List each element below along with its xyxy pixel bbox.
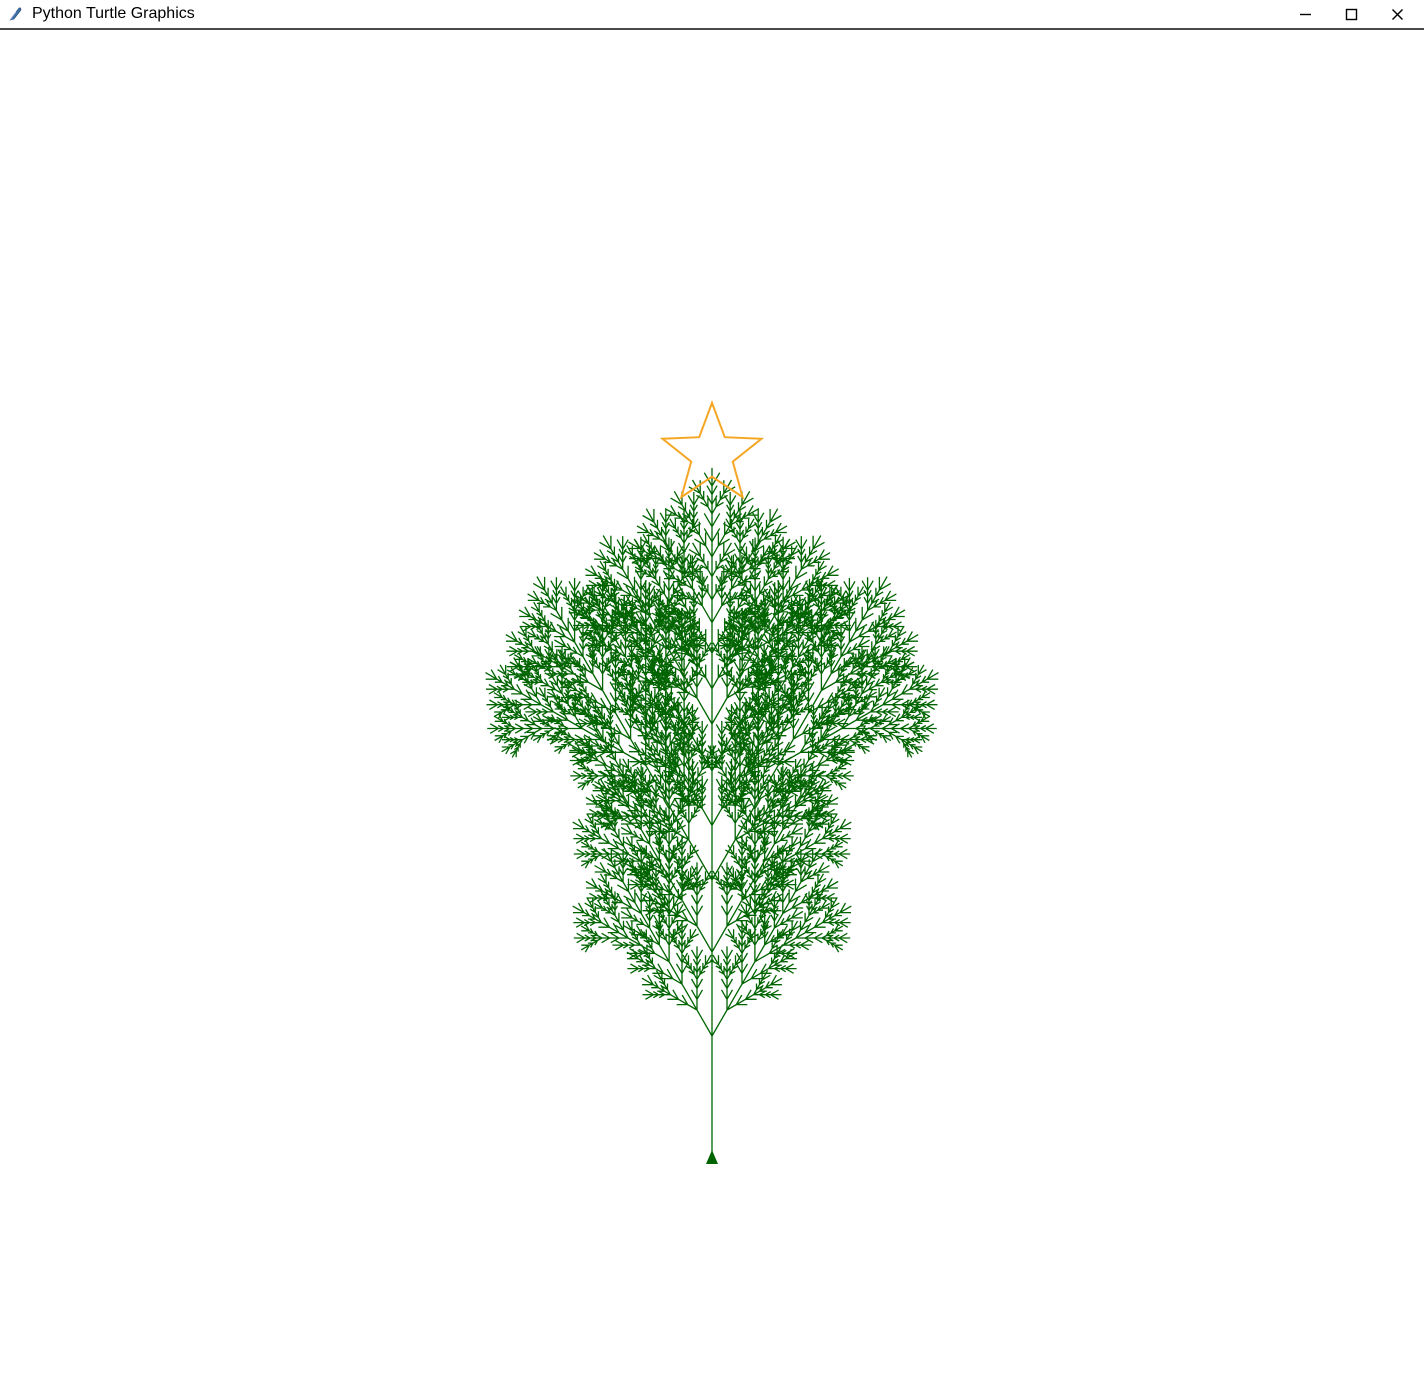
- close-button[interactable]: [1374, 0, 1420, 29]
- window-title: Python Turtle Graphics: [32, 5, 1282, 23]
- tree-branches: [486, 468, 939, 1160]
- window-titlebar: Python Turtle Graphics: [0, 0, 1424, 30]
- tree-drawing: [0, 30, 1424, 1381]
- turtle-cursor: [706, 1150, 718, 1164]
- turtle-canvas: [0, 30, 1424, 1381]
- feather-icon: [8, 6, 24, 22]
- maximize-button[interactable]: [1328, 0, 1374, 29]
- minimize-button[interactable]: [1282, 0, 1328, 29]
